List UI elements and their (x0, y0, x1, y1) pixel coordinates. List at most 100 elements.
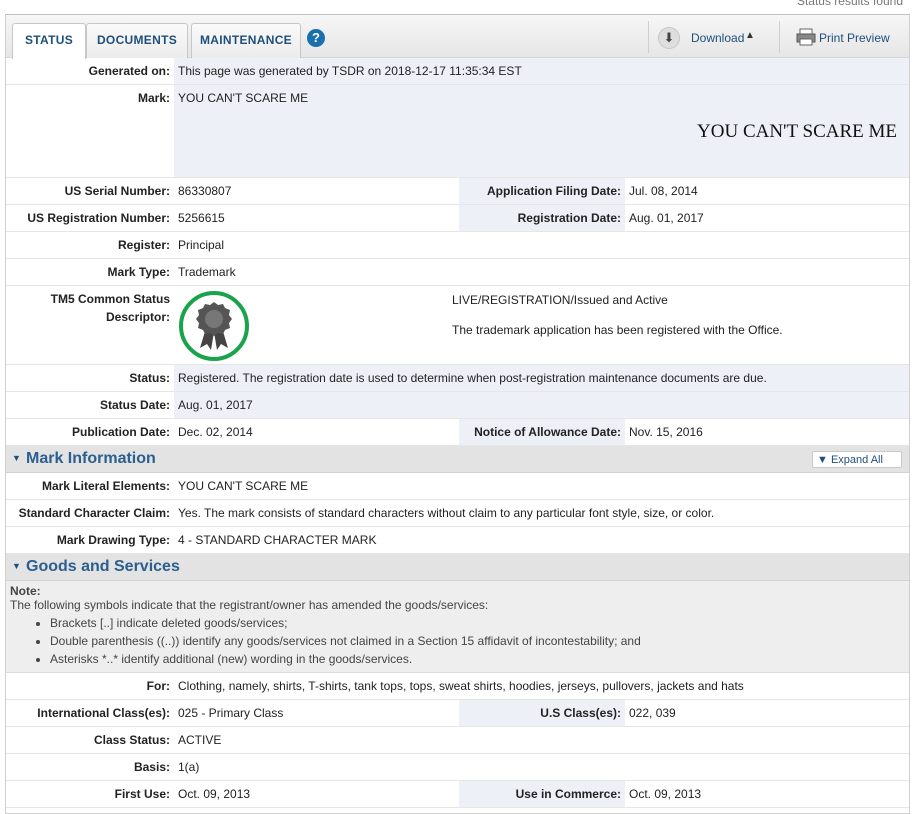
literal-row: Mark Literal Elements: YOU CAN'T SCARE M… (6, 473, 909, 500)
reg-date-value: Aug. 01, 2017 (629, 211, 704, 225)
mark-value: YOU CAN'T SCARE ME YOU CAN'T SCARE ME (174, 85, 909, 177)
status-panel: STATUS DOCUMENTS MAINTENANCE ? ⬇ Downloa… (5, 14, 910, 814)
first-use-value: Oct. 09, 2013 (174, 781, 459, 807)
note-intro: The following symbols indicate that the … (10, 598, 489, 612)
registration-row: US Registration Number: 5256615 Registra… (6, 205, 909, 232)
expand-caret-icon: ▼ (817, 454, 828, 466)
field-label: Notice of Allowance Date: (459, 419, 625, 445)
mark-type-row: Mark Type: Trademark (6, 259, 909, 286)
intl-class-value: 025 - Primary Class (174, 700, 459, 726)
help-icon[interactable]: ? (307, 29, 325, 47)
status-date-row: Status Date: Aug. 01, 2017 (6, 392, 909, 419)
field-label: Status Date: (99, 398, 170, 412)
field-label: Publication Date: (71, 425, 170, 439)
results-found-text: Status results found (796, 0, 903, 8)
drawing-row: Mark Drawing Type: 4 - STANDARD CHARACTE… (6, 527, 909, 554)
field-label: Registration Date: (459, 205, 625, 231)
tab-status[interactable]: STATUS (12, 23, 86, 59)
field-label: US Serial Number: (64, 184, 170, 198)
generated-on-value: This page was generated by TSDR on 2018-… (174, 58, 909, 84)
download-button[interactable]: Download (691, 31, 744, 45)
tab-bar: STATUS DOCUMENTS MAINTENANCE ? ⬇ Downloa… (6, 15, 909, 59)
field-label: First Use: (114, 787, 170, 801)
mark-type-value: Trademark (174, 259, 909, 285)
field-label: Mark Literal Elements: (41, 479, 170, 493)
field-label: Standard Character Claim: (18, 506, 170, 520)
goods-services-header[interactable]: ▼ Goods and Services (6, 554, 909, 581)
std-char-value: Yes. The mark consists of standard chara… (174, 500, 909, 526)
field-label: US Registration Number: (27, 211, 170, 225)
reg-number-value: 5256615 (174, 205, 459, 231)
first-use-row: First Use: Oct. 09, 2013 Use in Commerce… (6, 781, 909, 808)
field-label: Application Filing Date: (459, 178, 625, 204)
toolbar-divider (648, 21, 649, 53)
class-status-row: Class Status: ACTIVE (6, 727, 909, 754)
registered-ribbon-icon (179, 291, 249, 361)
status-content: Generated on: This page was generated by… (6, 58, 909, 808)
note-list: Brackets [..] indicate deleted goods/ser… (10, 614, 905, 668)
note-item: Asterisks *..* identify additional (new)… (50, 650, 905, 668)
tm5-label-line1: TM5 Common Status (50, 292, 170, 306)
field-label: Register: (117, 238, 170, 252)
note-title: Note: (10, 584, 41, 598)
field-label: Mark: (137, 91, 170, 105)
amendment-note: Note: The following symbols indicate tha… (6, 581, 909, 673)
expand-all-label: Expand All (830, 454, 883, 466)
field-label: International Class(es): (37, 706, 170, 720)
field-label: U.S Class(es): (459, 700, 625, 726)
drawing-value: 4 - STANDARD CHARACTER MARK (174, 527, 909, 553)
filing-date-value: Jul. 08, 2014 (629, 184, 698, 198)
printer-icon[interactable] (796, 28, 816, 46)
basis-value: 1(a) (174, 754, 909, 780)
generated-on-row: Generated on: This page was generated by… (6, 58, 909, 85)
print-preview-button[interactable]: Print Preview (819, 31, 890, 45)
serial-row: US Serial Number: 86330807 Application F… (6, 178, 909, 205)
tab-maintenance[interactable]: MAINTENANCE (191, 23, 301, 58)
status-row: Status: Registered. The registration dat… (6, 365, 909, 392)
register-row: Register: Principal (6, 232, 909, 259)
status-date-value: Aug. 01, 2017 (174, 392, 909, 418)
mark-row: Mark: YOU CAN'T SCARE ME YOU CAN'T SCARE… (6, 85, 909, 178)
tab-documents[interactable]: DOCUMENTS (86, 23, 188, 58)
section-title: Goods and Services (26, 558, 180, 575)
pub-date-value: Dec. 02, 2014 (174, 419, 459, 445)
mark-text: YOU CAN'T SCARE ME (178, 91, 309, 105)
toolbar-divider (779, 21, 780, 53)
field-label: Mark Type: (107, 265, 170, 279)
field-label: Mark Drawing Type: (56, 533, 170, 547)
allowance-date-value: Nov. 15, 2016 (629, 425, 703, 439)
publication-row: Publication Date: Dec. 02, 2014 Notice o… (6, 419, 909, 446)
field-label: TM5 Common Status Descriptor: (6, 286, 174, 364)
collapse-caret-icon[interactable]: ▼ (12, 453, 21, 463)
download-arrow-icon[interactable]: ⬇ (658, 27, 680, 49)
field-label: Status: (129, 371, 170, 385)
tm5-status-text: LIVE/REGISTRATION/Issued and Active (452, 293, 668, 307)
status-value: Registered. The registration date is use… (174, 365, 909, 391)
class-status-value: ACTIVE (174, 727, 909, 753)
class-row: International Class(es): 025 - Primary C… (6, 700, 909, 727)
for-row: For: Clothing, namely, shirts, T-shirts,… (6, 673, 909, 700)
mark-image: YOU CAN'T SCARE ME (697, 121, 897, 142)
collapse-caret-icon[interactable]: ▼ (12, 561, 21, 571)
std-char-row: Standard Character Claim: Yes. The mark … (6, 500, 909, 527)
serial-value: 86330807 (174, 178, 459, 204)
tm5-description: The trademark application has been regis… (452, 323, 783, 337)
note-item: Double parenthesis ((..)) identify any g… (50, 632, 905, 650)
us-class-value: 022, 039 (629, 706, 676, 720)
for-value: Clothing, namely, shirts, T-shirts, tank… (174, 673, 909, 699)
mark-information-header[interactable]: ▼ Mark Information ▼ Expand All (6, 446, 909, 473)
register-value: Principal (174, 232, 909, 258)
field-label: Class Status: (93, 733, 170, 747)
tm5-row: TM5 Common Status Descriptor: LIVE/REGIS… (6, 286, 909, 365)
field-label: For: (146, 679, 170, 693)
section-title: Mark Information (26, 450, 156, 467)
field-label: Use in Commerce: (459, 781, 625, 807)
note-item: Brackets [..] indicate deleted goods/ser… (50, 614, 905, 632)
caret-up-icon[interactable]: ▲ (745, 30, 755, 41)
literal-value: YOU CAN'T SCARE ME (174, 473, 909, 499)
field-label: Basis: (133, 760, 170, 774)
expand-all-button[interactable]: ▼ Expand All (812, 451, 902, 468)
tm5-label-line2: Descriptor: (105, 310, 170, 324)
commerce-value: Oct. 09, 2013 (629, 787, 702, 801)
field-label: Generated on: (88, 64, 170, 78)
